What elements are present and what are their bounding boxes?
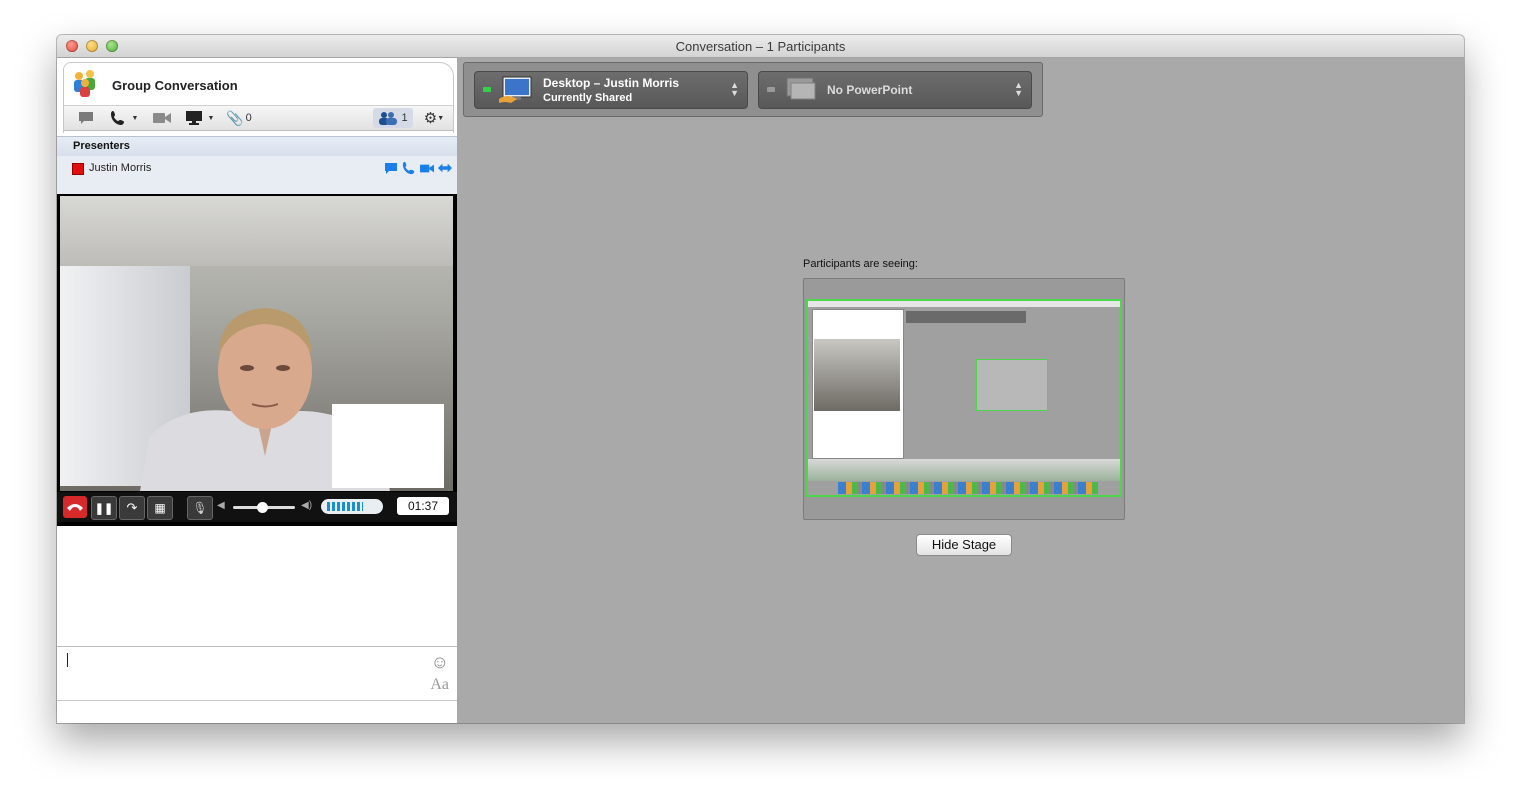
share-screen-button[interactable]: ▼ — [180, 108, 220, 128]
dialpad-icon: ▦ — [154, 501, 166, 515]
chat-history — [57, 526, 457, 647]
stage-preview-label: Participants are seeing: — [803, 258, 918, 270]
window-title: Conversation – 1 Participants — [675, 39, 846, 54]
pause-icon: ❚❚ — [94, 502, 114, 515]
call-button[interactable]: ▼ — [104, 108, 144, 128]
message-input[interactable]: ☺ Aa — [57, 648, 457, 701]
dialpad-button[interactable]: ▦ — [147, 496, 173, 520]
stepper-arrows-icon: ▲ ▼ — [730, 80, 739, 98]
presence-status-indicator — [72, 163, 84, 175]
chevron-down-icon: ▼ — [207, 114, 215, 122]
transfer-button[interactable]: ↷ — [119, 496, 145, 520]
group-conversation-icon — [74, 70, 95, 97]
desktop-share-icon — [499, 76, 532, 103]
participants-icon — [379, 112, 398, 125]
presenters-header: Presenters — [57, 136, 457, 157]
conversation-toolbar: ▼ ▼ 📎 0 1 ⚙ ▼ — [64, 105, 453, 131]
call-controls: ❚❚ ↷ ▦ 🎙 ◀ ◀) 01:37 — [57, 492, 457, 522]
video-camera-icon[interactable] — [420, 161, 434, 175]
conversation-header: Group Conversation ▼ ▼ 📎 0 1 ⚙ ▼ — [63, 62, 454, 133]
video-button[interactable] — [148, 108, 176, 128]
paperclip-icon: 📎 — [226, 109, 244, 126]
phone-icon — [110, 111, 124, 125]
attachment-count: 0 — [245, 112, 252, 124]
powerpoint-icon — [786, 77, 816, 100]
self-view-preview[interactable] — [332, 404, 444, 488]
emoticon-icon[interactable]: ☺ — [431, 652, 449, 673]
chevron-down-icon: ▼ — [437, 114, 445, 122]
title-bar[interactable]: Conversation – 1 Participants — [57, 35, 1464, 58]
desktop-share-selector[interactable]: Desktop – Justin Morris Currently Shared… — [474, 71, 748, 109]
audio-level-meter — [321, 499, 383, 514]
conversation-window: Conversation – 1 Participants Group Conv… — [57, 35, 1464, 723]
stage-preview — [803, 278, 1125, 520]
video-panel: ❚❚ ↷ ▦ 🎙 ◀ ◀) 01:37 — [57, 194, 457, 526]
phone-icon[interactable] — [402, 161, 416, 175]
volume-slider[interactable] — [233, 502, 295, 513]
conversation-panel: Group Conversation ▼ ▼ 📎 0 1 ⚙ ▼ Present… — [57, 58, 457, 723]
chat-bubble-icon — [79, 112, 93, 124]
attachment-button[interactable]: 📎 0 — [224, 108, 254, 128]
stage-preview-thumbnail — [806, 299, 1122, 497]
participant-modalities — [384, 161, 452, 175]
transfer-icon: ↷ — [126, 500, 138, 515]
conversation-title: Group Conversation — [112, 78, 238, 93]
desktop-share-title: Desktop – Justin Morris — [543, 76, 680, 90]
sharing-bar: Desktop – Justin Morris Currently Shared… — [463, 62, 1043, 117]
inactive-share-indicator — [767, 87, 775, 92]
sharing-icon[interactable] — [438, 161, 452, 175]
hang-up-icon — [67, 504, 83, 511]
hold-button[interactable]: ❚❚ — [91, 496, 117, 520]
chevron-down-icon: ▼ — [131, 114, 139, 122]
participant-name: Justin Morris — [89, 162, 152, 174]
settings-button[interactable]: ⚙ ▼ — [420, 108, 448, 128]
participant-row[interactable]: Justin Morris — [57, 156, 457, 194]
desktop-share-status: Currently Shared — [543, 92, 633, 104]
participants-count: 1 — [401, 112, 408, 124]
text-cursor — [67, 653, 68, 667]
im-button[interactable] — [72, 108, 100, 128]
hide-stage-button[interactable]: Hide Stage — [916, 534, 1012, 556]
active-share-indicator — [483, 87, 491, 92]
powerpoint-title: No PowerPoint — [827, 83, 913, 97]
participants-button[interactable]: 1 — [373, 108, 413, 128]
volume-low-icon: ◀ — [217, 500, 225, 511]
stepper-arrows-icon: ▲ ▼ — [1014, 80, 1023, 98]
chat-bubble-icon[interactable] — [384, 161, 398, 175]
volume-high-icon: ◀) — [301, 500, 313, 511]
window-content: Group Conversation ▼ ▼ 📎 0 1 ⚙ ▼ Present… — [57, 58, 1464, 723]
video-camera-icon — [153, 113, 171, 123]
video-background — [60, 196, 453, 266]
hang-up-button[interactable] — [63, 496, 87, 518]
video-feed — [60, 196, 453, 491]
powerpoint-selector[interactable]: No PowerPoint ▲ ▼ — [758, 71, 1032, 109]
monitor-icon — [185, 111, 202, 125]
call-timer: 01:37 — [397, 497, 449, 515]
presenters-label: Presenters — [73, 140, 130, 152]
font-format-button[interactable]: Aa — [430, 676, 449, 694]
gear-icon: ⚙ — [423, 110, 438, 127]
microphone-icon: 🎙 — [192, 501, 208, 515]
volume-slider-knob[interactable] — [257, 502, 268, 513]
mute-button[interactable]: 🎙 — [187, 496, 213, 520]
